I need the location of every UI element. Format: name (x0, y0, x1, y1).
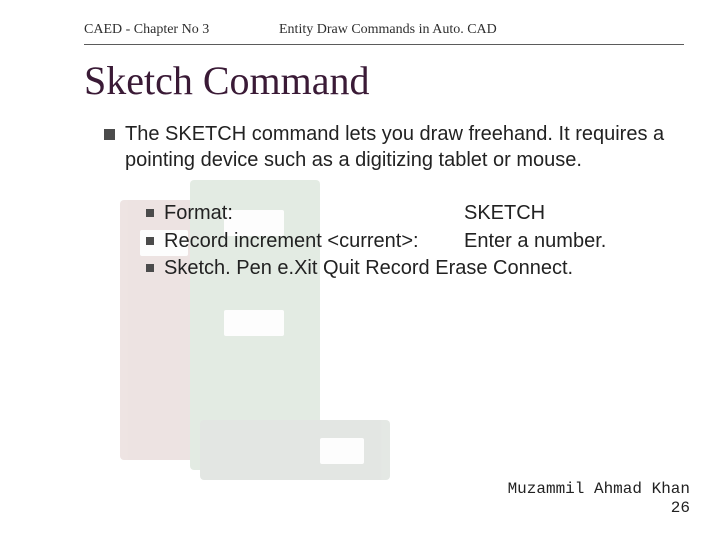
slide-body: The SKETCH command lets you draw freehan… (0, 122, 720, 282)
header-topic: Entity Draw Commands in Auto. CAD (279, 22, 497, 38)
item-right: Enter a number. (464, 229, 606, 255)
bullet-square-icon (104, 129, 115, 140)
header-chapter: CAED - Chapter No 3 (84, 22, 279, 38)
item-right: SKETCH (464, 201, 545, 227)
slide-header: CAED - Chapter No 3 Entity Draw Commands… (0, 0, 720, 40)
list-item: Format: SKETCH (146, 201, 670, 227)
footer-page: 26 (508, 499, 690, 518)
bullet-square-icon (146, 264, 154, 272)
slide-footer: Muzammil Ahmad Khan 26 (508, 480, 690, 518)
footer-author: Muzammil Ahmad Khan (508, 480, 690, 499)
list-item: Record increment <current>: Enter a numb… (146, 229, 670, 255)
bullet-square-icon (146, 209, 154, 217)
item-full: Sketch. Pen e.Xit Quit Record Erase Conn… (164, 256, 573, 282)
sub-bullet-list: Format: SKETCH Record increment <current… (104, 201, 670, 282)
intro-bullet: The SKETCH command lets you draw freehan… (104, 122, 670, 173)
intro-text: The SKETCH command lets you draw freehan… (125, 122, 670, 173)
slide-title: Sketch Command (0, 45, 720, 122)
bullet-square-icon (146, 237, 154, 245)
item-left: Format: (164, 201, 464, 227)
item-left: Record increment <current>: (164, 229, 464, 255)
list-item: Sketch. Pen e.Xit Quit Record Erase Conn… (146, 256, 670, 282)
